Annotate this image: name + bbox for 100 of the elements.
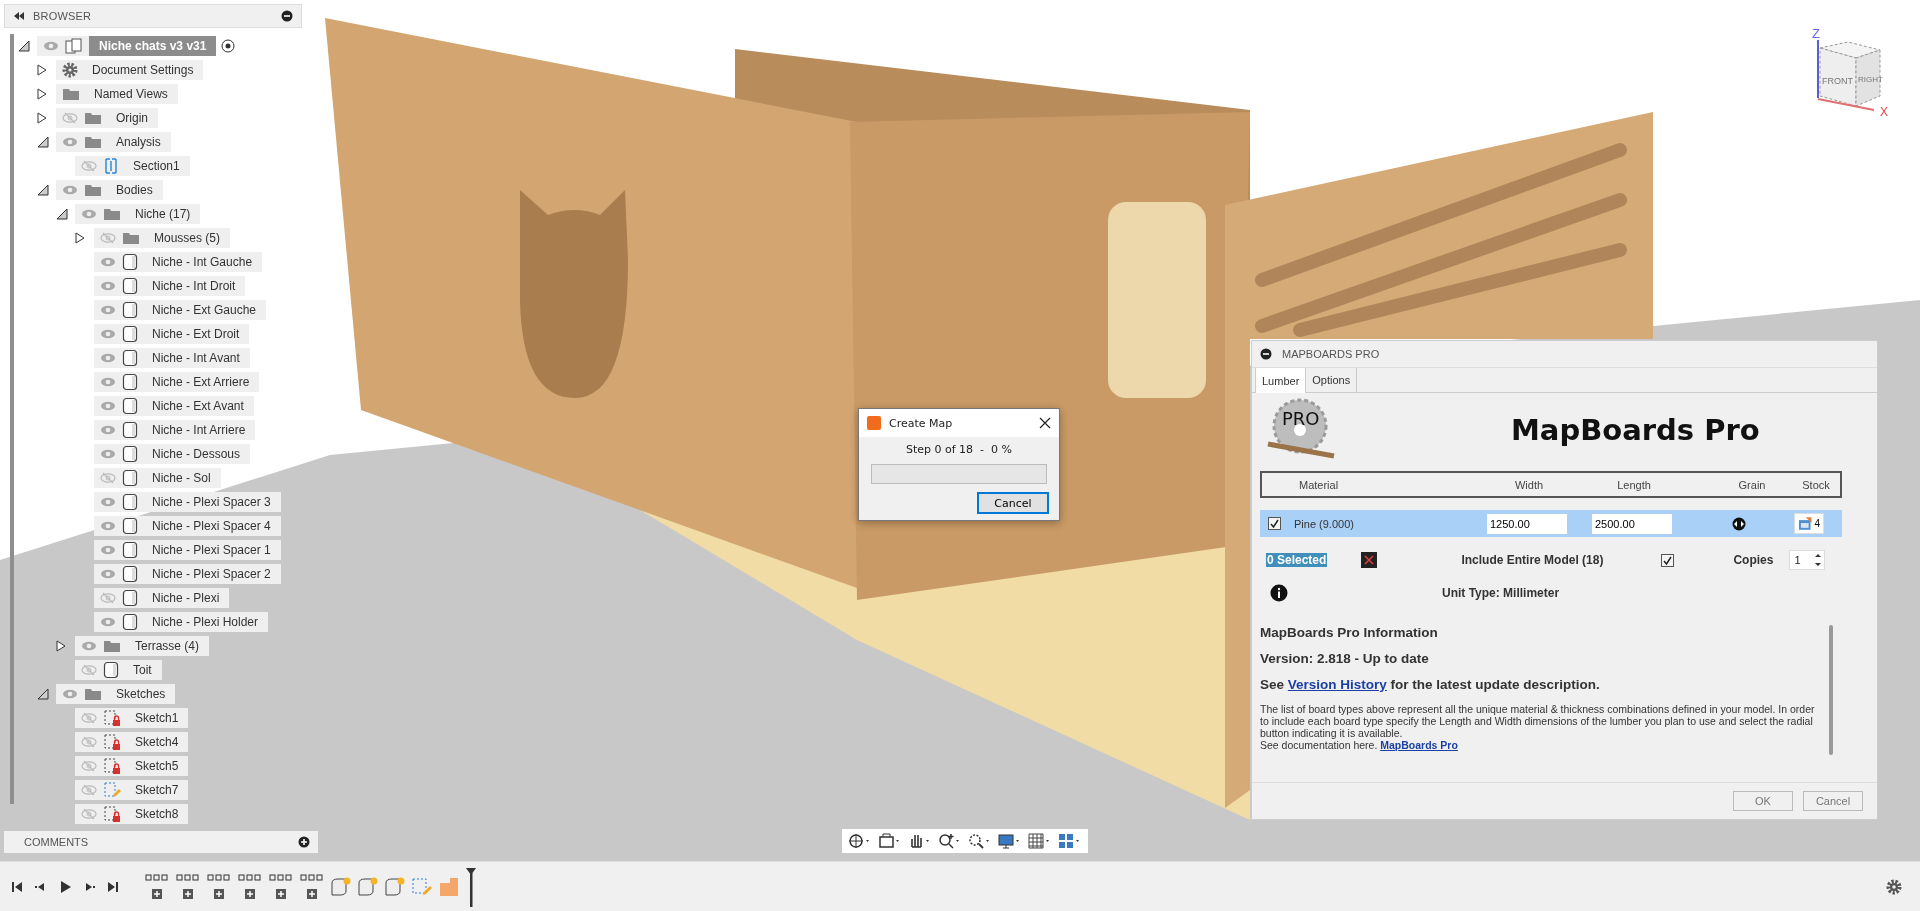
tree-scrollbar[interactable]	[10, 34, 14, 804]
skip-to-end-icon[interactable]	[106, 879, 120, 894]
checkbox[interactable]	[1661, 553, 1675, 567]
tree-item[interactable]: Sketch1	[75, 708, 189, 728]
cancel-button[interactable]: Cancel	[977, 492, 1049, 514]
mapboards-pro-link[interactable]: MapBoards Pro	[1380, 739, 1458, 751]
feature-group-icon[interactable]	[206, 872, 232, 901]
tree-item[interactable]: Origin	[56, 108, 158, 128]
sketch-lock-icon	[103, 709, 121, 727]
tree-item[interactable]: Niche - Ext Avant	[94, 396, 254, 416]
collapsed-triangle-icon[interactable]	[75, 232, 85, 244]
tree-item[interactable]: Niche - Dessous	[94, 444, 251, 464]
info-icon	[1270, 584, 1288, 602]
scrollbar[interactable]	[1829, 625, 1833, 755]
feature-group-icon[interactable]	[237, 872, 263, 901]
expanded-triangle-icon[interactable]	[56, 208, 68, 220]
skip-to-start-icon[interactable]	[10, 879, 24, 894]
tree-item[interactable]: Named Views	[56, 84, 178, 104]
tree-item[interactable]: Niche - Int Avant	[94, 348, 250, 368]
panel-title: BROWSER	[33, 10, 92, 22]
tree-item[interactable]: Document Settings	[56, 60, 204, 80]
feature-group-icon[interactable]	[268, 872, 294, 901]
add-icon[interactable]	[298, 836, 310, 848]
tree-item[interactable]: Niche - Plexi Spacer 2	[94, 564, 281, 584]
active-target-icon[interactable]	[221, 39, 236, 53]
close-icon[interactable]	[1039, 417, 1051, 429]
panel-title: MAPBOARDS PRO	[1282, 348, 1380, 360]
section-analysis-icon	[103, 158, 119, 174]
copies-spinner[interactable]: 1	[1789, 550, 1826, 570]
tree-item[interactable]: Niche - Int Arriere	[94, 420, 256, 440]
tree-item[interactable]: Bodies	[56, 180, 163, 200]
tree-item[interactable]: Niche - Ext Arriere	[94, 372, 260, 392]
column-header: Stock	[1801, 478, 1831, 491]
expanded-triangle-icon[interactable]	[37, 184, 49, 196]
minimize-icon[interactable]	[281, 10, 293, 22]
solid-feature-icon[interactable]	[330, 876, 352, 897]
play-icon[interactable]	[58, 879, 72, 894]
tree-item[interactable]: Niche - Plexi Spacer 4	[94, 516, 281, 536]
sketch-lock-icon	[103, 757, 121, 775]
minimize-icon[interactable]	[1260, 348, 1272, 360]
collapsed-triangle-icon[interactable]	[37, 88, 47, 100]
body-icon	[122, 325, 138, 343]
tree-item[interactable]: Niche - Int Droit	[94, 276, 246, 296]
comments-panel[interactable]: COMMENTS	[4, 831, 318, 853]
tree-item[interactable]: Niche - Ext Gauche	[94, 300, 267, 320]
version-history-link[interactable]: Version History	[1287, 677, 1387, 692]
tree-item[interactable]: Mousses (5)	[94, 228, 231, 248]
tree-item[interactable]: Niche - Plexi Holder	[94, 612, 269, 632]
tree-item[interactable]: Niche - Plexi Spacer 3	[94, 492, 281, 512]
progress-status: Step 0 of 18 - 0 %	[905, 443, 1012, 456]
solid-feature-icon[interactable]	[357, 876, 379, 897]
expanded-triangle-icon[interactable]	[37, 136, 49, 148]
tree-item[interactable]: Sketch4	[75, 732, 189, 752]
dialog-title: Create Map	[889, 416, 953, 430]
tree-item[interactable]: Niche - Plexi	[94, 588, 230, 608]
feature-group-icon[interactable]	[175, 872, 201, 901]
body-icon	[122, 589, 138, 607]
tree-item[interactable]: Sketch5	[75, 756, 189, 776]
collapsed-triangle-icon[interactable]	[37, 112, 47, 124]
grain-direction-icon[interactable]	[1732, 516, 1746, 531]
length-input[interactable]: 2500.00	[1592, 513, 1672, 534]
checkbox[interactable]	[1268, 517, 1281, 530]
tree-item[interactable]: Terrasse (4)	[75, 636, 209, 656]
dialog-button[interactable]: OK	[1733, 791, 1793, 811]
tree-item[interactable]: Niche - Sol	[94, 468, 221, 488]
tree-item[interactable]: Toit	[75, 660, 162, 680]
dialog-button[interactable]: Cancel	[1803, 791, 1863, 811]
expanded-triangle-icon[interactable]	[18, 40, 30, 52]
tree-item[interactable]: Niche (17)	[75, 204, 201, 224]
tab[interactable]: Lumber	[1255, 368, 1307, 393]
expanded-triangle-icon[interactable]	[37, 688, 49, 700]
tree-item[interactable]: Sketches	[56, 684, 176, 704]
tree-item[interactable]: Niche - Ext Droit	[94, 324, 250, 344]
tree-item[interactable]: Section1	[75, 156, 190, 176]
collapse-panel-icon[interactable]	[13, 11, 25, 21]
collapsed-triangle-icon[interactable]	[37, 64, 47, 76]
feature-group-icon[interactable]	[144, 872, 170, 901]
feature-group-icon[interactable]	[299, 872, 325, 901]
z-axis-indicator: Z	[1812, 26, 1820, 99]
tab[interactable]: Options	[1306, 368, 1358, 392]
solid-feature-icon[interactable]	[384, 876, 406, 897]
body-icon	[122, 565, 138, 583]
width-input[interactable]: 1250.00	[1487, 513, 1567, 534]
tree-item[interactable]: Sketch7	[75, 780, 189, 800]
timeline-marker-icon[interactable]	[465, 866, 477, 907]
tree-item[interactable]: Sketch8	[75, 804, 189, 824]
tree-item[interactable]: Analysis	[56, 132, 171, 152]
clear-selection-button[interactable]	[1361, 552, 1378, 568]
tree-item[interactable]: Niche - Plexi Spacer 1	[94, 540, 281, 560]
unit-type: Unit Type: Millimeter	[1442, 586, 1560, 600]
lumber-row[interactable]: Pine (9.000) 1250.00 2500.00 4	[1260, 510, 1842, 537]
body-icon	[122, 445, 138, 463]
column-header: Width	[1513, 478, 1545, 491]
update-note: See Version History for the latest update description.	[1260, 677, 1601, 692]
body-icon	[122, 253, 138, 271]
collapsed-triangle-icon[interactable]	[56, 640, 66, 652]
settings-icon[interactable]	[1886, 878, 1902, 895]
version-text: Version: 2.818 - Up to date	[1260, 651, 1430, 666]
tree-item[interactable]: Niche - Int Gauche	[94, 252, 263, 272]
stock-button[interactable]: 4	[1794, 513, 1824, 534]
